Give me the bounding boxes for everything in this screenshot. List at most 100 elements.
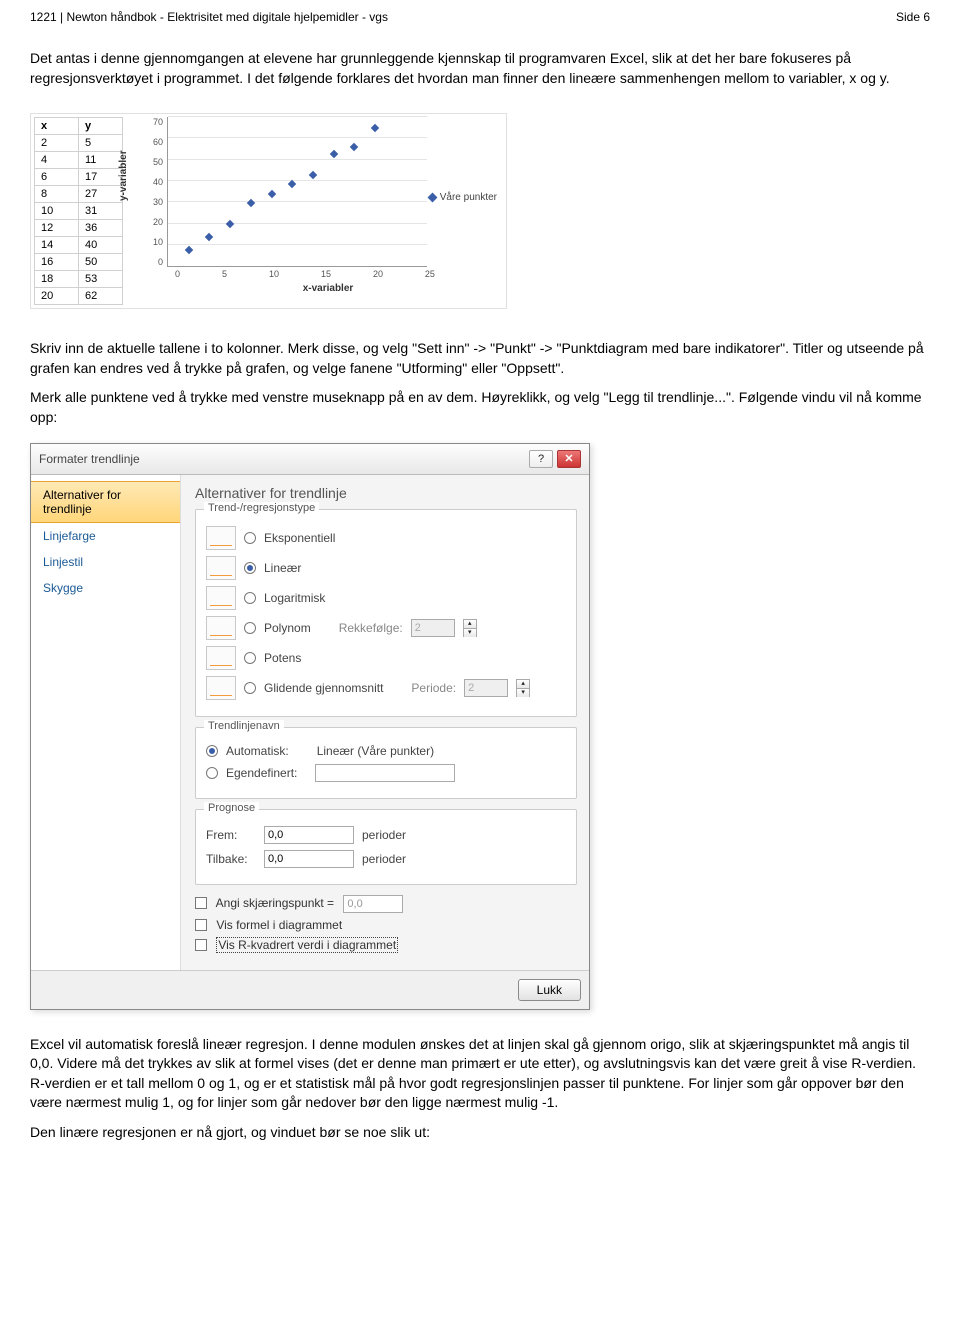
cell-x: 14	[35, 237, 79, 254]
table-row: 1650	[35, 254, 123, 271]
name-custom-input[interactable]	[315, 764, 455, 782]
dialog-sidebar: Alternativer for trendlinje Linjefarge L…	[31, 475, 181, 970]
trend-type-legend: Trend-/regresjonstype	[204, 502, 319, 514]
data-table: x y 25411617827103112361440165018532062	[34, 117, 123, 305]
spinner-icon[interactable]: ▴▾	[516, 679, 530, 697]
table-row: 25	[35, 135, 123, 152]
header-right: Side 6	[896, 10, 930, 24]
paragraph-instructions-1: Skriv inn de aktuelle tallene i to kolon…	[30, 339, 930, 378]
x-tick: 0	[175, 269, 180, 279]
table-row: 411	[35, 152, 123, 169]
name-auto-label: Automatisk:	[226, 744, 289, 758]
forecast-legend: Prognose	[204, 802, 259, 814]
check-rsquared-label: Vis R-kvadrert verdi i diagrammet	[216, 937, 398, 953]
trend-type-label: Eksponentiell	[264, 531, 335, 545]
checkbox-intercept[interactable]	[195, 897, 207, 909]
trend-type-icon	[206, 556, 236, 580]
header-left: 1221 | Newton håndbok - Elektrisitet med…	[30, 10, 388, 24]
forecast-frem-input[interactable]	[264, 826, 354, 844]
trend-type-row: Logaritmisk	[206, 586, 566, 610]
cell-y: 40	[79, 237, 123, 254]
paragraph-result: Den linære regresjonen er nå gjort, og v…	[30, 1123, 930, 1143]
trend-type-label: Potens	[264, 651, 301, 665]
format-trendline-dialog: Formater trendlinje ? ✕ Alternativer for…	[30, 443, 590, 1010]
y-tick: 40	[153, 177, 163, 187]
trend-type-label: Lineær	[264, 561, 301, 575]
y-tick: 30	[153, 197, 163, 207]
cell-y: 53	[79, 271, 123, 288]
sidebar-item-shadow[interactable]: Skygge	[31, 575, 180, 601]
trend-type-group: Trend-/regresjonstype EksponentiellLineæ…	[195, 509, 577, 717]
cell-x: 20	[35, 288, 79, 305]
data-point	[309, 171, 317, 179]
data-point	[350, 143, 358, 151]
cell-y: 11	[79, 152, 123, 169]
trend-type-icon	[206, 586, 236, 610]
close-button[interactable]: Lukk	[518, 979, 581, 1001]
cell-y: 31	[79, 203, 123, 220]
intercept-value-input[interactable]	[343, 895, 403, 913]
checkbox-show-formula[interactable]	[195, 919, 207, 931]
paragraph-instructions-2: Merk alle punktene ved å trykke med vens…	[30, 388, 930, 427]
x-tick: 10	[269, 269, 279, 279]
cell-y: 27	[79, 186, 123, 203]
trend-extra-input[interactable]	[464, 679, 508, 697]
y-tick: 50	[153, 157, 163, 167]
table-row: 1236	[35, 220, 123, 237]
sidebar-item-trendline-options[interactable]: Alternativer for trendlinje	[31, 481, 180, 523]
radio-name-auto[interactable]	[206, 745, 218, 757]
radio-trend-type[interactable]	[244, 592, 256, 604]
radio-trend-type[interactable]	[244, 682, 256, 694]
x-tick: 5	[222, 269, 227, 279]
radio-trend-type[interactable]	[244, 532, 256, 544]
page-header: 1221 | Newton håndbok - Elektrisitet med…	[30, 10, 930, 24]
cell-x: 4	[35, 152, 79, 169]
forecast-tilbake-input[interactable]	[264, 850, 354, 868]
check-formula-row: Vis formel i diagrammet	[195, 918, 577, 932]
trend-type-icon	[206, 526, 236, 550]
chart-legend: Våre punkter	[429, 192, 497, 203]
sidebar-item-line-style[interactable]: Linjestil	[31, 549, 180, 575]
name-auto-value: Lineær (Våre punkter)	[317, 744, 434, 758]
y-tick: 70	[153, 117, 163, 127]
trend-type-row: Lineær	[206, 556, 566, 580]
data-point	[205, 233, 213, 241]
y-axis-label: y-variabler	[118, 151, 129, 202]
x-ticks: 0510152025	[175, 269, 435, 279]
radio-trend-type[interactable]	[244, 562, 256, 574]
cell-y: 17	[79, 169, 123, 186]
table-row: 2062	[35, 288, 123, 305]
dialog-titlebar[interactable]: Formater trendlinje ? ✕	[31, 444, 589, 475]
forecast-tilbake-label: Tilbake:	[206, 852, 256, 866]
name-custom-label: Egendefinert:	[226, 766, 297, 780]
y-tick: 0	[153, 257, 163, 267]
trendline-name-legend: Trendlinjenavn	[204, 720, 284, 732]
radio-trend-type[interactable]	[244, 622, 256, 634]
forecast-tilbake-unit: perioder	[362, 852, 406, 866]
close-icon[interactable]: ✕	[557, 450, 581, 468]
sidebar-item-line-color[interactable]: Linjefarge	[31, 523, 180, 549]
spinner-icon[interactable]: ▴▾	[463, 619, 477, 637]
cell-x: 2	[35, 135, 79, 152]
col-x-header: x	[35, 118, 79, 135]
table-row: 1031	[35, 203, 123, 220]
dialog-title: Formater trendlinje	[39, 452, 140, 466]
check-rsquared-row: Vis R-kvadrert verdi i diagrammet	[195, 937, 577, 953]
trend-extra-input[interactable]	[411, 619, 455, 637]
data-point	[371, 124, 379, 132]
trend-type-row: Potens	[206, 646, 566, 670]
y-ticks: 706050403020100	[153, 117, 167, 267]
scatter-chart: y-variabler 706050403020100 Våre punkter…	[123, 117, 503, 305]
data-point	[247, 198, 255, 206]
table-row: 617	[35, 169, 123, 186]
paragraph-intro: Det antas i denne gjennomgangen at eleve…	[30, 49, 930, 88]
table-row: 1853	[35, 271, 123, 288]
table-row: 1440	[35, 237, 123, 254]
trend-type-icon	[206, 676, 236, 700]
help-button[interactable]: ?	[529, 450, 553, 468]
radio-trend-type[interactable]	[244, 652, 256, 664]
radio-name-custom[interactable]	[206, 767, 218, 779]
forecast-group: Prognose Frem: perioder Tilbake: periode…	[195, 809, 577, 885]
checkbox-show-rsquared[interactable]	[195, 939, 207, 951]
x-tick: 15	[321, 269, 331, 279]
